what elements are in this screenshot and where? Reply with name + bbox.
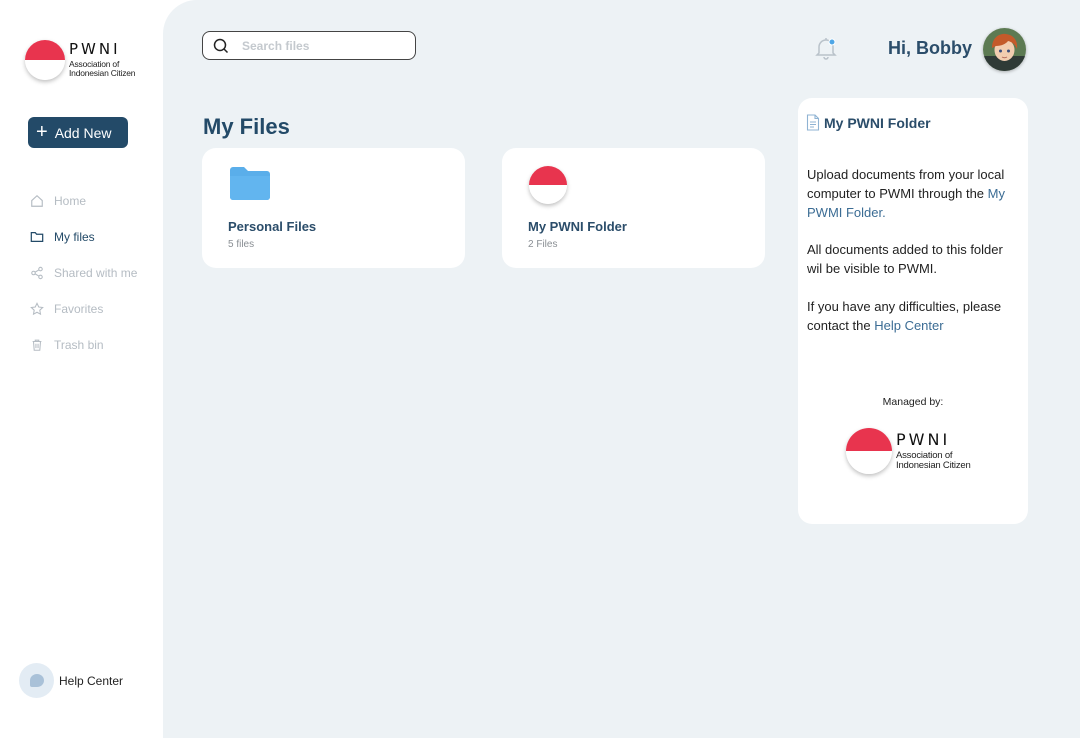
star-icon <box>30 302 44 316</box>
search-icon <box>213 38 229 53</box>
add-new-label: Add New <box>54 124 112 141</box>
panel-paragraph-visibility: All documents added to this folder wil b… <box>807 242 1003 276</box>
panel-paragraph-upload: Upload documents from your local compute… <box>807 165 1019 222</box>
page-title: My Files <box>203 114 290 139</box>
add-new-button[interactable]: + Add New <box>28 117 128 148</box>
user-greeting: Hi, Bobby <box>888 38 972 58</box>
logo-subtitle-line2: Indonesian Citizen <box>896 459 971 471</box>
home-icon <box>31 194 43 207</box>
sidebar-item-label: My files <box>54 230 95 244</box>
logo-subtitle-line2: Indonesian Citizen <box>69 68 136 78</box>
pwni-logo: PWNI Association of Indonesian Citizen <box>846 428 971 474</box>
folder-name: Personal Files <box>228 219 317 234</box>
logo-subtitle-line1: Association of <box>896 449 953 461</box>
search-input[interactable] <box>242 38 402 53</box>
folder-card-personal[interactable]: Personal Files 5 files <box>202 148 465 268</box>
sidebar-item-label: Favorites <box>54 302 104 316</box>
indonesia-flag-icon <box>529 166 567 204</box>
panel-text: Upload documents from your local compute… <box>807 167 1005 201</box>
bell-icon <box>815 38 837 60</box>
trash-icon <box>32 339 42 351</box>
sidebar-item-favorites[interactable]: Favorites <box>30 291 137 327</box>
panel-title: My PWNI Folder <box>824 114 931 131</box>
panel-header: My PWNI Folder <box>806 114 931 131</box>
sidebar-item-label: Trash bin <box>54 338 104 352</box>
folder-card-pwni[interactable]: My PWNI Folder 2 Files <box>502 148 765 268</box>
sidebar-item-label: Home <box>54 194 87 208</box>
managed-by-label: Managed by: <box>882 396 944 408</box>
folder-name: My PWNI Folder <box>528 219 627 234</box>
notification-bell[interactable] <box>813 35 839 61</box>
sidebar-item-label: Shared with me <box>54 266 138 280</box>
pwni-logo[interactable]: PWNI Association of Indonesian Citizen <box>25 40 136 80</box>
sidebar-item-shared[interactable]: Shared with me <box>30 255 137 291</box>
main-content: Hi, Bobby My Files Personal Files 5 file… <box>163 0 1080 738</box>
folder-file-count: 2 Files <box>528 239 558 250</box>
sidebar-nav: Home My files Shared with me Favorites T… <box>30 183 137 363</box>
help-center-label: Help Center <box>59 673 124 688</box>
panel-paragraph-help: If you have any difficulties, please con… <box>807 297 1019 335</box>
indonesia-flag-icon <box>846 428 892 474</box>
search-bar[interactable] <box>202 31 416 60</box>
help-center-link[interactable]: Help Center <box>874 318 943 333</box>
info-panel: My PWNI Folder Upload documents from you… <box>798 98 1028 524</box>
chat-bubble-icon <box>19 663 54 698</box>
plus-icon: + <box>36 120 48 143</box>
share-icon <box>31 266 43 280</box>
avatar-image <box>983 28 1026 71</box>
sidebar: PWNI Association of Indonesian Citizen +… <box>0 0 163 738</box>
folder-file-count: 5 files <box>228 239 255 250</box>
folder-icon <box>230 167 270 200</box>
help-center-button[interactable]: Help Center <box>19 663 123 698</box>
folder-icon <box>30 232 44 242</box>
indonesia-flag-icon <box>25 40 65 80</box>
sidebar-item-trash[interactable]: Trash bin <box>30 327 137 363</box>
logo-brand: PWNI <box>896 429 951 449</box>
document-icon <box>806 114 820 131</box>
logo-brand: PWNI <box>69 40 121 58</box>
sidebar-item-my-files[interactable]: My files <box>30 219 137 255</box>
app-root: PWNI Association of Indonesian Citizen +… <box>0 0 1080 738</box>
sidebar-item-home[interactable]: Home <box>30 183 137 219</box>
user-avatar[interactable] <box>983 28 1026 71</box>
